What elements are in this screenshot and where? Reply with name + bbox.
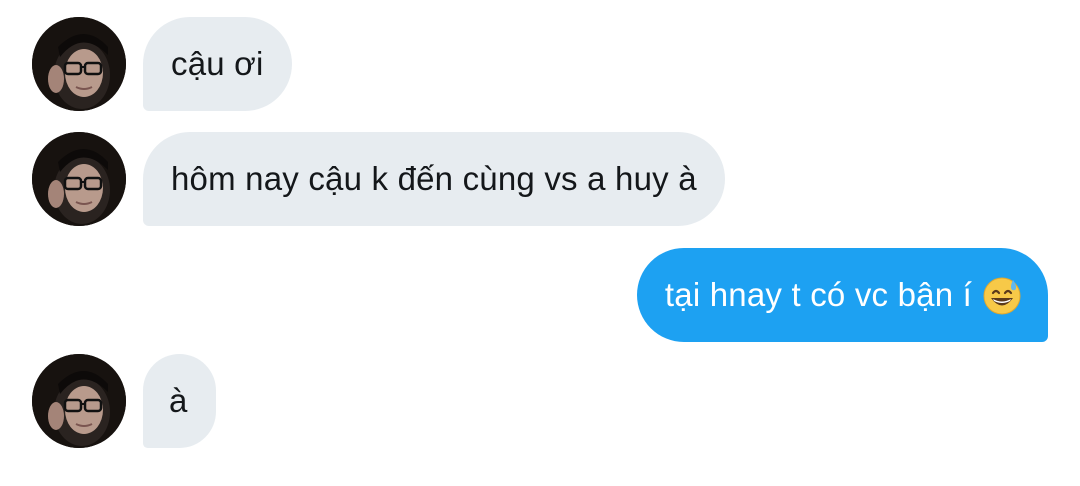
message-thread: cậu ơi hôm nay cậu k đến cùng vs a huy à… <box>0 0 1080 486</box>
message-text: hôm nay cậu k đến cùng vs a huy à <box>171 160 697 197</box>
grinning-face-with-sweat-icon <box>982 275 1022 315</box>
outgoing-message-bubble[interactable]: tại hnay t có vc bận í <box>636 248 1048 342</box>
message-text: tại hnay t có vc bận í <box>664 276 972 313</box>
user-avatar-icon[interactable] <box>32 354 126 448</box>
avatar-portrait <box>32 354 126 448</box>
message-text: à <box>169 382 188 419</box>
avatar-portrait <box>32 132 126 226</box>
message-text: cậu ơi <box>171 45 264 82</box>
incoming-message-bubble[interactable]: cậu ơi <box>143 17 292 111</box>
incoming-message-bubble[interactable]: à <box>143 354 216 448</box>
user-avatar-icon[interactable] <box>32 17 126 111</box>
avatar-portrait <box>32 17 126 111</box>
user-avatar-icon[interactable] <box>32 132 126 226</box>
incoming-message-bubble[interactable]: hôm nay cậu k đến cùng vs a huy à <box>143 132 725 226</box>
